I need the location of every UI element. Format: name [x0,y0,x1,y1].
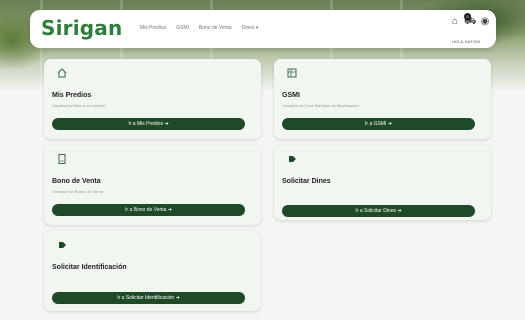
user-icon[interactable]: ◉ [480,16,490,28]
card-title: GSMI [282,92,300,99]
brand-logo[interactable]: Sirigan [41,16,122,40]
card-description: Visualiza predios a su nombre [52,103,106,108]
card-mis-predios: Mis Predios Visualiza predios a su nombr… [44,59,261,139]
nav-link-gsmi[interactable]: GSMI [176,25,189,31]
tag-icon [59,242,66,248]
nav-icons: ⌂ ⛟ 0 ◉ [450,13,490,30]
nav-link-bono-de-venta[interactable]: Bono de Venta [199,25,232,31]
receipt-icon [58,154,66,164]
go-to-mis-predios-button[interactable]: Ir a Mis Predios ➜ [52,118,245,130]
nav-link-mis-predios[interactable]: Mis Predios [140,25,166,31]
home-icon[interactable]: ⌂ [450,16,460,28]
card-description: Creación de Bonos de Venta [52,189,103,194]
card-gsmi: GSMI Creación de Guía Sanitaria de Movil… [274,59,491,139]
card-title: Solicitar Identificación [52,264,127,271]
card-solicitar-dines: Solicitar Dines Ir a Solicitar Dines ➜ [274,145,491,220]
card-bono-de-venta: Bono de Venta Creación de Bonos de Venta… [44,145,261,225]
nav-link-dines[interactable]: Dines ▾ [242,25,259,31]
card-solicitar-identificacion: Solicitar Identificación Ir a Solicitar … [44,231,261,311]
tag-icon [289,156,296,162]
go-to-bono-de-venta-button[interactable]: Ir a Bono de Venta ➜ [52,204,245,216]
go-to-solicitar-dines-button[interactable]: Ir a Solicitar Dines ➜ [282,205,475,217]
card-description: Creación de Guía Sanitaria de Movilizaci… [282,103,359,108]
card-title: Solicitar Dines [282,178,331,185]
top-navbar: Sirigan Mis Predios GSMI Bono de Venta D… [30,10,496,48]
go-to-gsmi-button[interactable]: Ir a GSMI ➜ [282,118,475,130]
card-title: Bono de Venta [52,178,101,185]
document-grid-icon [287,68,297,78]
house-icon [57,68,67,78]
cart-badge: 0 [464,13,471,20]
go-to-solicitar-identificacion-button[interactable]: Ir a Solicitar Identificación ➜ [52,292,245,304]
nav-links: Mis Predios GSMI Bono de Venta Dines ▾ [140,25,258,31]
card-title: Mis Predios [52,92,92,99]
user-greeting: HOLA, ANTONI [452,39,480,44]
